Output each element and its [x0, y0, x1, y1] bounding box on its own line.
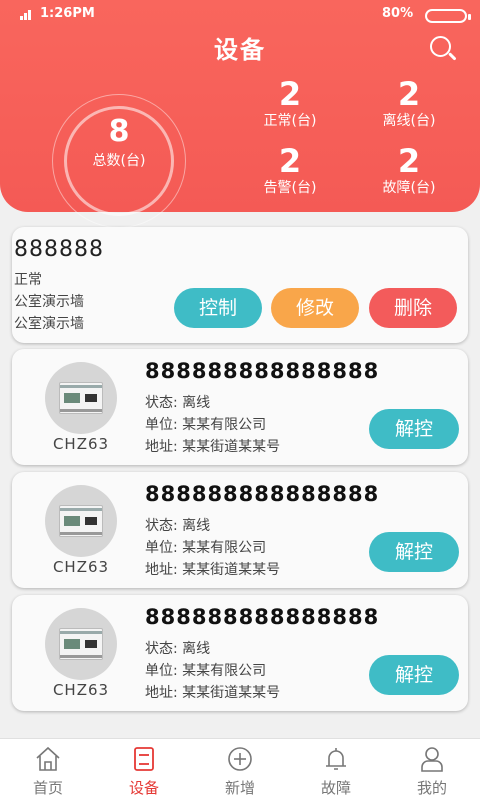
group-location: 公室演示墙 — [14, 316, 84, 332]
battery-percent: 80% — [382, 6, 414, 21]
device-status: 状态: 离线 — [145, 518, 211, 534]
unlock-button[interactable]: 解控 — [369, 532, 459, 572]
total-count-circle: 8 总数(台) — [52, 94, 186, 228]
stat-value: 2 — [397, 142, 421, 180]
stat-value: 2 — [278, 142, 302, 180]
add-icon — [228, 747, 252, 771]
tab-device[interactable]: 设备 — [96, 739, 192, 800]
stat-label: 离线(台) — [382, 113, 436, 129]
signal-icon — [20, 8, 34, 20]
home-icon — [36, 746, 60, 771]
device-address: 地址: 某某街道某某号 — [145, 685, 281, 701]
device-address: 地址: 某某街道某某号 — [145, 439, 281, 455]
unlock-button[interactable]: 解控 — [369, 655, 459, 695]
bell-icon — [326, 748, 346, 770]
device-card[interactable]: CHZ63 888888888888888 状态: 离线 单位: 某某有限公司 … — [12, 349, 468, 465]
tab-home[interactable]: 首页 — [0, 739, 96, 800]
user-icon — [421, 747, 443, 772]
control-button[interactable]: 控制 — [174, 288, 262, 328]
delete-button[interactable]: 删除 — [369, 288, 457, 328]
device-unit: 单位: 某某有限公司 — [145, 540, 267, 556]
stat-label: 故障(台) — [382, 180, 436, 196]
device-status: 状态: 离线 — [145, 395, 211, 411]
device-address: 地址: 某某街道某某号 — [145, 562, 281, 578]
total-count-value: 8 — [108, 114, 130, 149]
stat-label: 告警(台) — [263, 180, 317, 196]
device-unit: 单位: 某某有限公司 — [145, 663, 267, 679]
device-group-card: 888888 正常 公室演示墙 公室演示墙 控制 修改 删除 — [12, 227, 468, 343]
group-status: 正常 — [14, 272, 42, 288]
stat-label: 正常(台) — [263, 113, 317, 129]
tab-label: 故障 — [320, 779, 351, 797]
device-serial: 888888888888888 — [145, 482, 380, 506]
total-count-label: 总数(台) — [92, 153, 146, 169]
status-bar: 1:26PM 80% — [0, 4, 480, 24]
device-card[interactable]: CHZ63 888888888888888 状态: 离线 单位: 某某有限公司 … — [12, 595, 468, 711]
tab-label: 首页 — [32, 779, 63, 797]
stat-alarm: 2 告警(台) — [240, 143, 340, 197]
stat-fault: 2 故障(台) — [359, 143, 459, 197]
tab-add[interactable]: 新增 — [192, 739, 288, 800]
tab-fault[interactable]: 故障 — [288, 739, 384, 800]
tab-label: 我的 — [416, 779, 447, 797]
group-code: 888888 — [14, 237, 104, 262]
tab-label: 设备 — [128, 779, 159, 797]
tab-mine[interactable]: 我的 — [384, 739, 480, 800]
stat-value: 2 — [397, 75, 421, 113]
device-status: 状态: 离线 — [145, 641, 211, 657]
group-location: 公室演示墙 — [14, 294, 84, 310]
page-title: 设备 — [214, 36, 266, 64]
stat-normal: 2 正常(台) — [240, 76, 340, 130]
stat-value: 2 — [278, 75, 302, 113]
device-model: CHZ63 — [52, 435, 110, 453]
device-card[interactable]: CHZ63 888888888888888 状态: 离线 单位: 某某有限公司 … — [12, 472, 468, 588]
device-serial: 888888888888888 — [145, 605, 380, 629]
header: 1:26PM 80% 设备 8 总数(台) 2 正常(台) 2 离线(台) 2 … — [0, 0, 480, 228]
unlock-button[interactable]: 解控 — [369, 409, 459, 449]
bottom-tab-bar: 首页 设备 新增 故障 我的 — [0, 738, 480, 800]
device-unit: 单位: 某某有限公司 — [145, 417, 267, 433]
edit-button[interactable]: 修改 — [271, 288, 359, 328]
device-image — [45, 485, 117, 557]
status-time: 1:26PM — [40, 6, 95, 21]
device-serial: 888888888888888 — [145, 359, 380, 383]
search-icon[interactable] — [428, 34, 457, 62]
device-model: CHZ63 — [52, 681, 110, 699]
device-icon — [134, 747, 154, 771]
device-image — [45, 608, 117, 680]
device-image — [45, 362, 117, 434]
device-model: CHZ63 — [52, 558, 110, 576]
stat-offline: 2 离线(台) — [359, 76, 459, 130]
battery-icon — [425, 9, 471, 23]
tab-label: 新增 — [224, 779, 255, 797]
